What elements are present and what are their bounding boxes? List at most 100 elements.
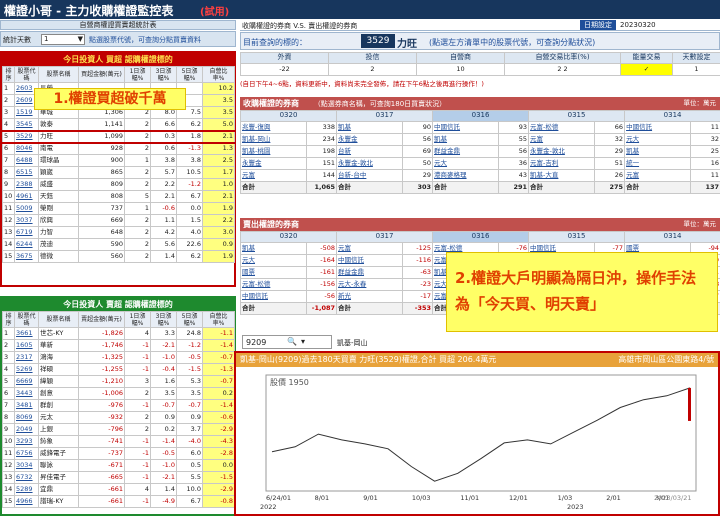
table-cell: 928 <box>78 142 125 155</box>
chevron-down-icon[interactable]: ▾ <box>301 337 305 346</box>
table-cell: -0.7 <box>150 399 177 412</box>
broker-link[interactable]: 永豐金 <box>240 157 307 170</box>
stock-code-link[interactable]: 4961 <box>14 190 39 203</box>
days-select[interactable]: 1 ▼ <box>41 34 85 45</box>
broker-link[interactable]: 群益金鼎 <box>336 266 404 279</box>
summary-value[interactable]: 1 <box>672 63 720 76</box>
table-cell: -1 <box>124 447 151 460</box>
stock-code-link[interactable]: 6732 <box>14 471 39 484</box>
stock-code-link[interactable]: 2388 <box>14 178 39 191</box>
table-cell: -1.2 <box>176 339 203 352</box>
stock-code-link[interactable]: 5009 <box>14 202 39 215</box>
broker-link[interactable]: 凱基 <box>624 145 692 158</box>
stock-code-link[interactable]: 3675 <box>14 250 39 263</box>
stock-code-link[interactable]: 3545 <box>14 118 39 131</box>
stock-code-link[interactable]: 2049 <box>14 423 39 436</box>
broker-link[interactable]: 港商麥格理 <box>432 169 500 182</box>
stock-code-link[interactable]: 8069 <box>14 411 39 424</box>
broker-link[interactable]: 中國信託 <box>240 290 307 303</box>
broker-link[interactable]: 元富-松德 <box>528 121 596 134</box>
table-cell: 0.3 <box>150 129 177 144</box>
table-row: 8 6515 穎崴 865 2 5.7 10.5 1.7 <box>2 166 235 179</box>
stock-code-link[interactable]: 2317 <box>14 351 39 364</box>
stock-code-link[interactable]: 6244 <box>14 238 39 251</box>
broker-link[interactable]: 元大 <box>432 157 500 170</box>
table-cell: 穎崴 <box>38 166 79 179</box>
stock-code-link[interactable]: 4966 <box>14 495 39 508</box>
broker-search[interactable]: 9209 🔍 ▾ <box>242 335 332 349</box>
table-row: 12 3037 欣興 669 2 1.1 1.5 2.2 <box>2 214 235 227</box>
search-icon[interactable]: 🔍 <box>287 337 297 346</box>
energy-checkbox[interactable]: ✓ <box>620 63 673 76</box>
table-cell: 865 <box>78 166 125 179</box>
stock-code-link[interactable]: 3529 <box>14 129 39 144</box>
stock-code-link[interactable]: 3293 <box>14 435 39 448</box>
broker-link[interactable]: 元富-松德 <box>240 278 307 291</box>
broker-link[interactable]: 台新 <box>336 145 404 158</box>
table-cell: -1.1 <box>202 327 235 340</box>
broker-link[interactable]: 台新-台中 <box>336 169 404 182</box>
broker-link[interactable]: 國票 <box>240 266 307 279</box>
broker-link[interactable]: 元大 <box>624 133 692 146</box>
stock-code-link[interactable]: 8046 <box>14 142 39 155</box>
broker-link[interactable]: 元富 <box>624 169 692 182</box>
broker-link[interactable]: 凱基-岡山 <box>240 133 307 146</box>
broker-link[interactable]: 元大 <box>240 254 307 267</box>
broker-link[interactable]: 凱基 <box>240 242 307 255</box>
broker-link[interactable]: 群益金鼎 <box>432 145 500 158</box>
total-label: 合計 <box>336 302 404 315</box>
date-column-header: 0314 <box>624 110 720 122</box>
table-cell: -661 <box>78 483 125 496</box>
stock-code-link[interactable]: 3661 <box>14 327 39 340</box>
broker-link[interactable]: 元大-永春 <box>336 278 404 291</box>
table-row: 15 4966 譜瑞-KY -661 -1 -4.9 6.7 -0.8 <box>2 495 235 508</box>
stock-code-link[interactable]: 3443 <box>14 387 39 400</box>
col-header: 3日漲幅% <box>150 66 177 83</box>
total-label: 合計 <box>432 181 500 194</box>
table-cell: 南電 <box>38 142 79 155</box>
table-cell: 元太 <box>38 411 79 424</box>
broker-link[interactable]: 永豐金-敦北 <box>528 145 596 158</box>
broker-link[interactable]: 元富 <box>240 169 307 182</box>
stock-code-link[interactable]: 3037 <box>14 214 39 227</box>
table-cell: 力智 <box>38 226 79 239</box>
broker-link[interactable]: 元富-吉利 <box>528 157 596 170</box>
broker-link[interactable]: 中國信託 <box>624 121 692 134</box>
total-label: 合計 <box>624 181 692 194</box>
broker-link[interactable]: 凱基-大直 <box>528 169 596 182</box>
table-row: 11 6756 威鋒電子 -737 -1 -0.5 6.0 -2.8 <box>2 447 235 460</box>
stock-code-link[interactable]: 5269 <box>14 363 39 376</box>
broker-link[interactable]: 元富 <box>528 133 596 146</box>
stock-code-link[interactable]: 6488 <box>14 154 39 167</box>
table-cell: -1.0 <box>150 459 177 472</box>
stock-code-link[interactable]: 3034 <box>14 459 39 472</box>
date-column-header: 0315 <box>528 231 626 243</box>
broker-link[interactable]: 兆豐-復興 <box>240 121 307 134</box>
table-cell: 3.5 <box>202 106 235 119</box>
broker-link[interactable]: 永豐金 <box>336 133 404 146</box>
stock-code-link[interactable]: 3481 <box>14 399 39 412</box>
broker-link[interactable]: 凱基 <box>336 121 404 134</box>
stock-code-link[interactable]: 6756 <box>14 447 39 460</box>
stock-code-link[interactable]: 6719 <box>14 226 39 239</box>
table-cell: 0.2 <box>202 387 235 400</box>
sell-brokers-title: 賣出權證的券商 單位：萬元 <box>240 218 720 231</box>
table-cell: 力旺 <box>38 129 79 144</box>
stock-code-link[interactable]: 6515 <box>14 166 39 179</box>
table-row: 凱基-桃園 198 台新 69 群益金鼎 56 永豐金-敦北 29 凱基 25 <box>240 145 720 158</box>
stock-code-link[interactable]: 6669 <box>14 375 39 388</box>
broker-link[interactable]: 中國信託 <box>432 121 500 134</box>
stock-code-link[interactable]: 5289 <box>14 483 39 496</box>
broker-link[interactable]: 凱基-桃園 <box>240 145 307 158</box>
broker-link[interactable]: 永豐金-敦北 <box>336 157 404 170</box>
broker-link[interactable]: 凱基 <box>432 133 500 146</box>
table-row: 5 6669 緯穎 -1,210 3 1.6 5.3 -0.7 <box>2 375 235 388</box>
broker-link[interactable]: 元富 <box>336 242 404 255</box>
broker-link[interactable]: 新光 <box>336 290 404 303</box>
amount-cell: -17 <box>402 290 434 303</box>
stock-code-link[interactable]: 1605 <box>14 339 39 352</box>
broker-link[interactable]: 統一 <box>624 157 692 170</box>
date-value[interactable]: 20230320 <box>620 21 656 29</box>
broker-link[interactable]: 中國信託 <box>336 254 404 267</box>
table-cell: -741 <box>78 435 125 448</box>
